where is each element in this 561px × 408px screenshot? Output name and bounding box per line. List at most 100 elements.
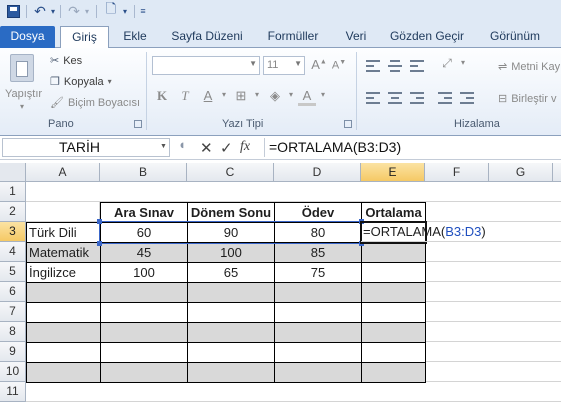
name-box-dropdown-icon[interactable]: ▼ <box>160 143 167 150</box>
cell-d6[interactable] <box>274 282 362 303</box>
clipboard-launcher-icon[interactable] <box>134 120 142 128</box>
align-top-icon[interactable] <box>366 60 380 72</box>
bold-button[interactable]: K <box>153 88 171 104</box>
align-right-icon[interactable] <box>410 92 424 104</box>
row-7-empty[interactable] <box>426 302 561 322</box>
grow-font-icon[interactable]: A▲ <box>310 57 328 72</box>
column-header-d[interactable]: D <box>274 163 361 182</box>
cell-c8[interactable] <box>187 322 275 343</box>
row-9-empty[interactable] <box>426 342 561 362</box>
borders-dropdown-icon[interactable]: ▾ <box>248 90 266 99</box>
tab-file[interactable]: Dosya <box>0 26 55 48</box>
cancel-icon[interactable]: ✕ <box>200 139 213 157</box>
row-10-empty[interactable] <box>426 362 561 382</box>
cell-b2[interactable]: Ara Sınav <box>100 202 188 223</box>
orientation-dropdown-icon[interactable]: ▾ <box>454 58 472 67</box>
cell-e7[interactable] <box>361 302 426 323</box>
cell-a5[interactable]: İngilizce <box>26 262 101 283</box>
undo-dropdown-icon[interactable]: ▾ <box>48 3 58 19</box>
cell-c5[interactable]: 65 <box>187 262 275 283</box>
row-header-8[interactable]: 8 <box>0 322 26 342</box>
cell-a2[interactable] <box>26 202 100 222</box>
cell-a7[interactable] <box>26 302 101 323</box>
range-handle-icon[interactable] <box>97 241 102 246</box>
cell-a9[interactable] <box>26 342 101 363</box>
paste-icon[interactable] <box>10 54 34 82</box>
format-painter-button[interactable]: 🖌 Biçim Boyacısı <box>50 96 140 110</box>
cell-a4[interactable]: Matematik <box>26 242 101 263</box>
row-2-empty[interactable] <box>426 202 561 222</box>
formula-bar-collapse-icon[interactable]: ◖ <box>178 137 186 152</box>
cell-b9[interactable] <box>100 342 188 363</box>
paste-button[interactable]: Yapıştır <box>5 88 42 100</box>
font-size-combo[interactable]: 11 ▼ <box>263 56 305 75</box>
redo-icon[interactable]: ↷ <box>66 3 82 19</box>
cell-d3[interactable]: 80 <box>274 222 362 243</box>
redo-dropdown-icon[interactable]: ▾ <box>82 3 92 19</box>
cell-c2[interactable]: Dönem Sonu <box>187 202 275 223</box>
cell-e3-editing[interactable]: =ORTALAMA(B3:D3) <box>361 222 561 242</box>
increase-indent-icon[interactable] <box>460 92 474 104</box>
customize-qat-icon[interactable]: ≡ <box>138 3 148 19</box>
row-4-empty[interactable] <box>426 242 561 262</box>
column-header-f[interactable]: F <box>425 163 489 182</box>
cell-d2[interactable]: Ödev <box>274 202 362 223</box>
cut-button[interactable]: ✂ Kes <box>50 54 82 68</box>
row-header-9[interactable]: 9 <box>0 342 26 362</box>
align-middle-icon[interactable] <box>388 60 402 72</box>
cell-b3[interactable]: 60 <box>100 222 188 243</box>
cell-b7[interactable] <box>100 302 188 323</box>
decrease-indent-icon[interactable] <box>438 92 452 104</box>
qat-dropdown-icon[interactable]: ▾ <box>120 3 130 19</box>
cell-a8[interactable] <box>26 322 101 343</box>
copy-dropdown-icon[interactable]: ▾ <box>108 77 112 86</box>
cell-a6[interactable] <box>26 282 101 303</box>
cell-e9[interactable] <box>361 342 426 363</box>
tab-review[interactable]: Gözden Geçir <box>384 26 470 48</box>
row-header-3[interactable]: 3 <box>0 222 26 242</box>
cell-d8[interactable] <box>274 322 362 343</box>
formula-input[interactable]: =ORTALAMA(B3:D3) <box>264 138 561 157</box>
tab-home[interactable]: Giriş <box>60 26 109 49</box>
row-6-empty[interactable] <box>426 282 561 302</box>
row-header-4[interactable]: 4 <box>0 242 26 262</box>
cell-c9[interactable] <box>187 342 275 363</box>
copy-button[interactable]: ❐ Kopyala ▾ <box>50 75 112 89</box>
enter-icon[interactable]: ✓ <box>220 139 233 157</box>
cell-e6[interactable] <box>361 282 426 303</box>
cell-e4[interactable] <box>361 242 426 263</box>
column-header-b[interactable]: B <box>100 163 187 182</box>
undo-icon[interactable]: ↶ <box>32 3 48 19</box>
tab-page-layout[interactable]: Sayfa Düzeni <box>165 26 249 48</box>
column-header-c[interactable]: C <box>187 163 274 182</box>
range-handle-icon[interactable] <box>97 219 102 224</box>
font-color-dropdown-icon[interactable]: ▾ <box>314 90 332 99</box>
merge-center-button[interactable]: ⊟ Birleştir v <box>498 92 556 106</box>
row-header-5[interactable]: 5 <box>0 262 26 282</box>
font-launcher-icon[interactable] <box>344 120 352 128</box>
paste-dropdown-icon[interactable]: ▾ <box>20 102 24 111</box>
select-all-corner[interactable] <box>0 163 26 182</box>
cell-b10[interactable] <box>100 362 188 383</box>
row-header-1[interactable]: 1 <box>0 182 26 202</box>
row-11-empty[interactable] <box>26 382 561 402</box>
column-header-g[interactable]: G <box>489 163 553 182</box>
row-header-6[interactable]: 6 <box>0 282 26 302</box>
cell-c10[interactable] <box>187 362 275 383</box>
cell-e10[interactable] <box>361 362 426 383</box>
row-1-empty[interactable] <box>26 182 561 202</box>
tab-view[interactable]: Görünüm <box>482 26 548 48</box>
align-center-icon[interactable] <box>388 92 402 104</box>
cell-c4[interactable]: 100 <box>187 242 275 263</box>
font-name-combo[interactable]: ▼ <box>152 56 260 75</box>
row-5-empty[interactable] <box>426 262 561 282</box>
italic-button[interactable]: T <box>176 88 194 104</box>
cell-a10[interactable] <box>26 362 101 383</box>
cell-e2[interactable]: Ortalama <box>361 202 426 223</box>
cell-b8[interactable] <box>100 322 188 343</box>
shrink-font-icon[interactable]: A▼ <box>330 59 348 72</box>
tab-formulas[interactable]: Formüller <box>258 26 328 48</box>
cell-c7[interactable] <box>187 302 275 323</box>
save-icon[interactable] <box>4 3 22 19</box>
cell-d10[interactable] <box>274 362 362 383</box>
